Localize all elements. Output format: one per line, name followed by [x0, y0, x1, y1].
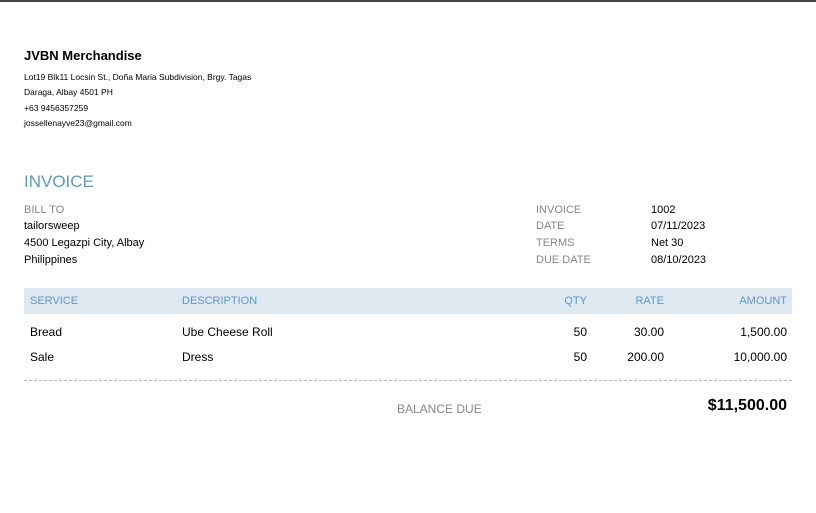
- balance-due-value: $11,500.00: [707, 397, 787, 414]
- row-qty: 50: [573, 350, 587, 364]
- balance-due-label: BALANCE DUE: [397, 402, 482, 416]
- invoice-number-label: INVOICE: [536, 204, 582, 216]
- bill-to-name: tailorsweep: [24, 220, 80, 232]
- bill-to-label: BILL TO: [24, 204, 65, 216]
- top-border: [0, 0, 816, 2]
- header-description: DESCRIPTION: [182, 295, 258, 307]
- row-qty: 50: [573, 325, 587, 339]
- date-label: DATE: [536, 220, 565, 232]
- bill-to-line2: Philippines: [24, 254, 78, 266]
- table-header: [24, 288, 792, 314]
- header-service: SERVICE: [30, 295, 79, 307]
- company-address-line1: Lot19 Blk11 Locsin St., Doña Maria Subdi…: [24, 72, 252, 82]
- row-description: Ube Cheese Roll: [182, 325, 273, 339]
- row-amount: 1,500.00: [740, 325, 787, 339]
- invoice-number-value: 1002: [651, 204, 676, 216]
- company-phone: +63 9456357259: [24, 103, 89, 113]
- company-email: jossellenayve23@gmail.com: [24, 118, 132, 128]
- row-service: Sale: [30, 350, 55, 364]
- bill-to-line1: 4500 Legazpi City, Albay: [24, 237, 145, 249]
- row-service: Bread: [30, 325, 63, 339]
- header-rate: RATE: [635, 295, 664, 307]
- date-value: 07/11/2023: [651, 220, 706, 232]
- row-rate: 200.00: [627, 350, 664, 364]
- due-date-value: 08/10/2023: [651, 254, 707, 266]
- header-amount: AMOUNT: [739, 295, 787, 307]
- row-rate: 30.00: [633, 325, 664, 339]
- row-description: Dress: [182, 350, 214, 364]
- due-date-label: DUE DATE: [536, 254, 591, 266]
- company-name: JVBN Merchandise: [24, 48, 142, 63]
- row-amount: 10,000.00: [733, 350, 787, 364]
- terms-label: TERMS: [536, 237, 575, 249]
- invoice-title: INVOICE: [24, 172, 94, 191]
- header-qty: QTY: [564, 295, 587, 307]
- terms-value: Net 30: [651, 237, 684, 249]
- divider: [24, 380, 792, 381]
- company-address-line2: Daraga, Albay 4501 PH: [24, 87, 113, 97]
